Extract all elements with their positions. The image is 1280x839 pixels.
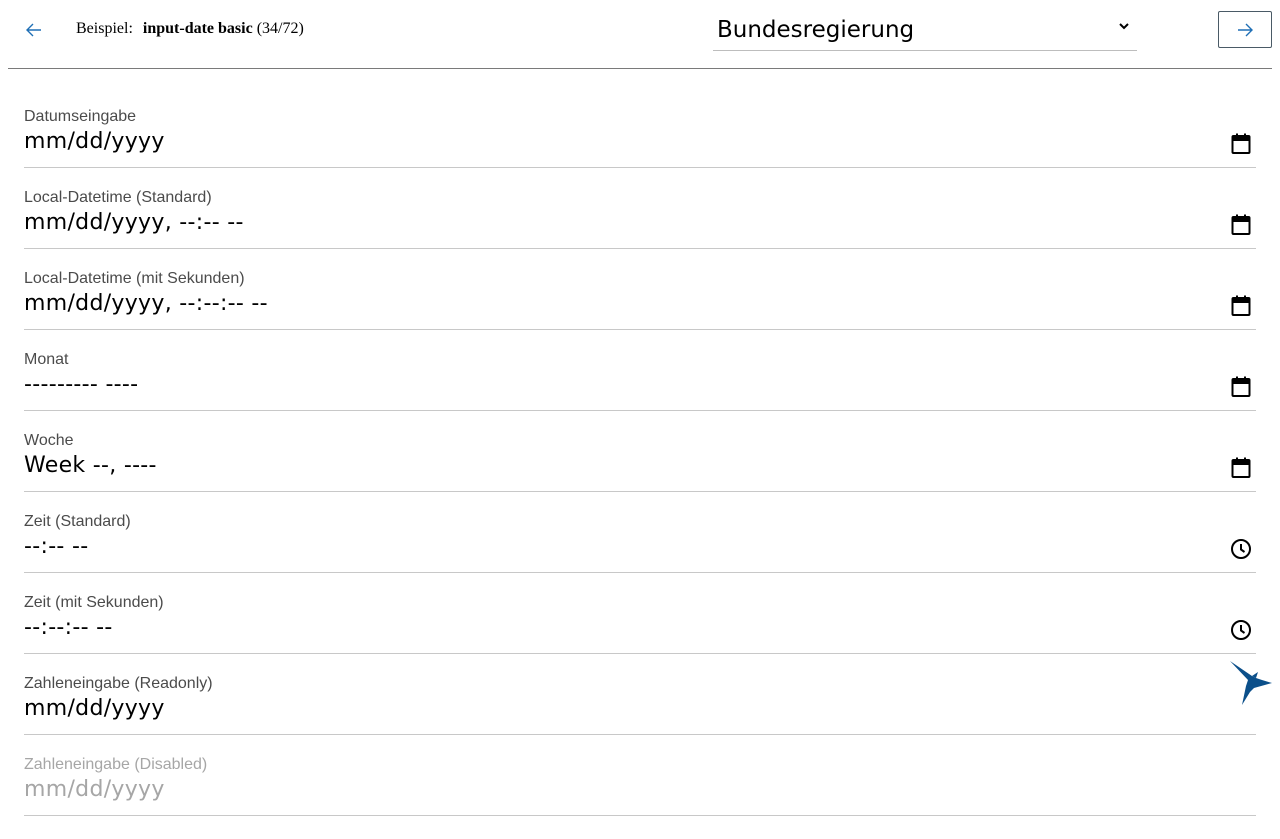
arrow-left-icon (26, 23, 41, 37)
field-label: Zahleneingabe (Disabled) (24, 756, 208, 773)
chevron-down-icon (1119, 23, 1129, 30)
calendar-icon[interactable] (1230, 457, 1252, 479)
arrow-right-icon (1238, 23, 1253, 36)
example-name: input-date basic (142, 20, 253, 37)
readonly-input[interactable]: mm/dd/yyyy (24, 696, 165, 721)
disabled-input: mm/dd/yyyy (24, 777, 165, 802)
month-input[interactable]: --------- ---- (24, 372, 138, 397)
field-label: Monat (24, 351, 69, 368)
clock-icon[interactable] (1230, 538, 1252, 560)
header-bar: Beispiel: input-date basic (34/72) Bunde… (8, 0, 1272, 69)
field-label: Local-Datetime (mit Sekunden) (24, 270, 245, 287)
date-input[interactable]: mm/dd/yyyy (24, 129, 165, 154)
field-label: Local-Datetime (Standard) (24, 189, 212, 206)
month-field: Monat --------- ---- (24, 329, 1256, 411)
calendar-icon[interactable] (1230, 214, 1252, 236)
field-label: Zeit (mit Sekunden) (24, 594, 164, 611)
time-seconds-input[interactable]: --:--:-- -- (24, 615, 113, 640)
example-title: Beispiel: input-date basic (34/72) (76, 20, 304, 38)
datetime-local-input[interactable]: mm/dd/yyyy, --:-- -- (24, 210, 244, 235)
field-label: Datumseingabe (24, 108, 137, 125)
example-count: (34/72) (256, 20, 304, 37)
datetime-local-field: Local-Datetime (Standard) mm/dd/yyyy, --… (24, 167, 1256, 249)
time-field: Zeit (Standard) --:-- -- (24, 491, 1256, 573)
calendar-icon[interactable] (1230, 376, 1252, 398)
datetime-seconds-input[interactable]: mm/dd/yyyy, --:--:-- -- (24, 291, 268, 316)
field-label: Zahleneingabe (Readonly) (24, 675, 213, 692)
date-field: Datumseingabe mm/dd/yyyy (24, 86, 1256, 168)
next-example-button[interactable] (1218, 11, 1272, 48)
clock-icon[interactable] (1230, 619, 1252, 641)
time-input[interactable]: --:-- -- (24, 534, 88, 559)
field-label: Woche (24, 432, 74, 449)
disabled-field: Zahleneingabe (Disabled) mm/dd/yyyy (24, 734, 1256, 816)
previous-example-button[interactable] (22, 18, 46, 42)
calendar-icon[interactable] (1230, 133, 1252, 155)
hummingbird-logo-icon (1230, 661, 1272, 705)
theme-select[interactable]: Bundesregierung (713, 10, 1137, 51)
week-field: Woche Week --, ---- (24, 410, 1256, 492)
time-seconds-field: Zeit (mit Sekunden) --:--:-- -- (24, 572, 1256, 654)
calendar-icon[interactable] (1230, 295, 1252, 317)
week-input[interactable]: Week --, ---- (24, 453, 157, 478)
datetime-seconds-field: Local-Datetime (mit Sekunden) mm/dd/yyyy… (24, 248, 1256, 330)
field-label: Zeit (Standard) (24, 513, 131, 530)
example-prefix: Beispiel: (76, 20, 133, 37)
theme-select-value: Bundesregierung (717, 17, 915, 43)
readonly-field: Zahleneingabe (Readonly) mm/dd/yyyy (24, 653, 1256, 735)
